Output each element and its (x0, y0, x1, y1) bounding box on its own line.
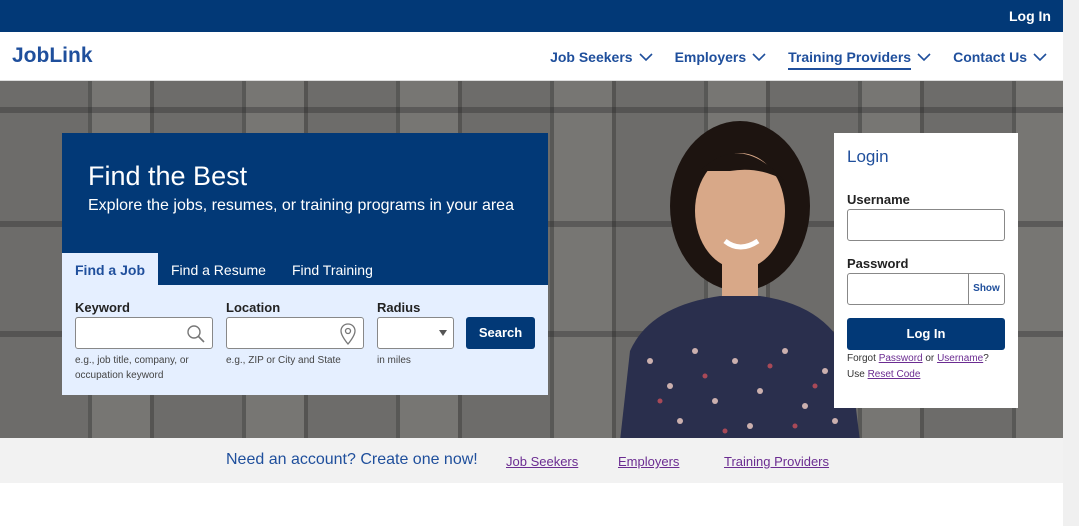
location-label: Location (226, 300, 281, 315)
tab-find-a-resume[interactable]: Find a Resume (158, 253, 279, 285)
search-card-header: Find the Best Explore the jobs, resumes,… (62, 133, 548, 285)
nav-training-providers[interactable]: Training Providers (788, 32, 931, 81)
hero-person-image (620, 121, 860, 438)
radius-label: Radius (377, 300, 421, 315)
brand-logo[interactable]: JobLink (12, 44, 93, 68)
location-pin-icon (340, 323, 356, 345)
top-bar: Log In (0, 0, 1063, 32)
radius-select[interactable] (377, 317, 454, 349)
forgot-suffix: ? (983, 353, 989, 364)
signup-job-seekers-link[interactable]: Job Seekers (506, 454, 578, 469)
top-login-link[interactable]: Log In (1009, 8, 1051, 24)
dropdown-caret-icon (439, 330, 447, 336)
nav-label: Employers (674, 48, 747, 65)
main-navbar: JobLink Job Seekers Employers Training P… (0, 32, 1063, 81)
page: Log In JobLink Job Seekers Employers Tra… (0, 0, 1079, 526)
tab-find-training[interactable]: Find Training (279, 253, 386, 285)
page-scrollbar[interactable] (1063, 0, 1079, 526)
forgot-password-link[interactable]: Password (879, 353, 923, 364)
signup-training-providers-link[interactable]: Training Providers (724, 454, 829, 469)
hero-banner: Find the Best Explore the jobs, resumes,… (0, 81, 1063, 438)
search-card: Find the Best Explore the jobs, resumes,… (62, 133, 548, 395)
show-password-button[interactable]: Show (968, 274, 1004, 304)
reset-code-line: Use Reset Code (847, 369, 920, 380)
nav-employers[interactable]: Employers (675, 32, 767, 81)
keyword-hint: e.g., job title, company, or occupation … (75, 353, 189, 383)
wall-seam (0, 107, 1063, 113)
chevron-down-icon (752, 52, 766, 61)
nav-contact-us[interactable]: Contact Us (953, 32, 1047, 81)
nav-label: Contact Us (953, 48, 1027, 65)
forgot-username-link[interactable]: Username (937, 353, 983, 364)
keyword-label: Keyword (75, 300, 130, 315)
nav-label: Training Providers (788, 49, 912, 70)
username-field[interactable] (847, 209, 1005, 241)
reset-code-link[interactable]: Reset Code (868, 369, 921, 380)
password-label: Password (847, 256, 909, 271)
signup-employers-link[interactable]: Employers (618, 454, 679, 469)
search-button[interactable]: Search (466, 317, 535, 349)
nav-job-seekers[interactable]: Job Seekers (550, 32, 653, 81)
keyword-input[interactable] (75, 317, 213, 349)
chevron-down-icon (638, 52, 653, 61)
search-title: Find the Best (88, 161, 248, 191)
chevron-down-icon (917, 52, 931, 61)
nav-label: Job Seekers (550, 48, 633, 65)
forgot-credentials: Forgot Password or Username? (847, 353, 989, 364)
username-label: Username (847, 192, 910, 207)
create-account-bar: Need an account? Create one now! Job See… (0, 438, 1063, 483)
location-hint: e.g., ZIP or City and State (226, 355, 341, 366)
search-icon (187, 325, 205, 343)
password-field[interactable]: Show (847, 273, 1005, 305)
radius-hint: in miles (377, 355, 411, 366)
tab-find-a-job[interactable]: Find a Job (62, 253, 158, 285)
search-subtitle: Explore the jobs, resumes, or training p… (88, 197, 514, 214)
primary-nav: Job Seekers Employers Training Providers… (528, 32, 1047, 81)
keyword-hint-line: e.g., job title, company, or (75, 355, 189, 366)
keyword-hint-line: occupation keyword (75, 370, 164, 381)
login-title: Login (847, 147, 889, 166)
search-form: Keyword e.g., job title, company, or occ… (62, 285, 548, 395)
search-tabs: Find a Job Find a Resume Find Training (62, 253, 386, 285)
login-card: Login Username Password Show Log In Forg… (834, 133, 1018, 408)
forgot-or: or (925, 353, 935, 364)
create-account-text: Need an account? Create one now! (226, 451, 478, 468)
login-button[interactable]: Log In (847, 318, 1005, 350)
location-input[interactable] (226, 317, 364, 349)
use-prefix: Use (847, 369, 865, 380)
chevron-down-icon (1033, 52, 1047, 61)
forgot-prefix: Forgot (847, 353, 876, 364)
